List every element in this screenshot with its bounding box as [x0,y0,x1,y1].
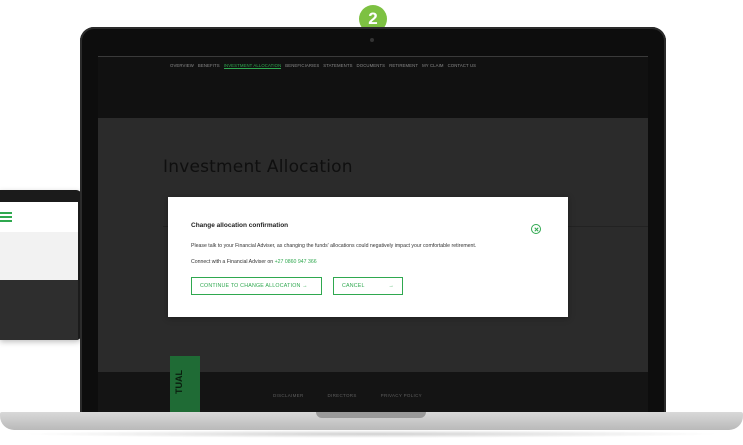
modal-message: Please talk to your Financial Adviser, a… [191,243,477,249]
modal-contact-line: Connect with a Financial Adviser on +27 … [191,259,317,265]
arrow-right-icon: → [388,283,394,289]
laptop-notch [316,412,426,418]
contact-prefix: Connect with a Financial Adviser on [191,259,274,265]
mobile-dark-area [0,280,78,340]
modal-title: Change allocation confirmation [191,222,289,229]
brand-logo-text: TUAL [174,370,184,394]
nav-items: OVERVIEW BENEFITS INVESTMENT ALLOCATION BEN… [170,63,476,69]
nav-item-benefits[interactable]: BENEFITS [198,63,220,69]
footer-links: DISCLAIMER DIRECTORS PRIVACY POLICY [273,393,422,398]
nav-item-overview[interactable]: OVERVIEW [170,63,194,69]
phone-link[interactable]: +27 0860 947 366 [275,259,317,265]
cancel-button-label: CANCEL [342,283,365,289]
laptop-screen: OVERVIEW BENEFITS INVESTMENT ALLOCATION BEN… [98,56,648,417]
continue-button-label: CONTINUE TO CHANGE ALLOCATION → [200,283,308,289]
confirmation-modal: Change allocation confirmation Please ta… [168,197,568,317]
laptop: OVERVIEW BENEFITS INVESTMENT ALLOCATION BEN… [80,27,666,417]
footer-link-directors[interactable]: DIRECTORS [328,393,357,398]
nav-item-investment-allocation[interactable]: INVESTMENT ALLOCATION [223,63,282,69]
nav-item-contact-us[interactable]: CONTACT US [448,63,477,69]
camera-icon [370,38,374,42]
mobile-screen [0,202,78,340]
nav-item-beneficiaries[interactable]: BENEFICIARIES [285,63,319,69]
page-title: Investment Allocation [163,157,353,177]
mobile-content-area [0,232,78,280]
laptop-shadow [20,430,723,438]
footer-link-privacy-policy[interactable]: PRIVACY POLICY [381,393,422,398]
close-icon[interactable] [531,224,541,234]
hamburger-menu-icon[interactable] [0,212,12,222]
brand-logo[interactable]: TUAL [170,356,200,414]
top-navigation: OVERVIEW BENEFITS INVESTMENT ALLOCATION BEN… [98,56,648,118]
background-mobile-device [0,190,82,340]
nav-item-statements[interactable]: STATEMENTS [323,63,352,69]
mobile-header [0,202,78,232]
continue-change-allocation-button[interactable]: CONTINUE TO CHANGE ALLOCATION → [191,277,322,295]
cancel-button[interactable]: CANCEL → [333,277,403,295]
nav-item-retirement[interactable]: RETIREMENT [389,63,418,69]
nav-item-documents[interactable]: DOCUMENTS [357,63,386,69]
nav-item-my-claim[interactable]: MY CLAIM [422,63,444,69]
footer-link-disclaimer[interactable]: DISCLAIMER [273,393,304,398]
footer: TUAL DISCLAIMER DIRECTORS PRIVACY POLICY [98,356,648,417]
